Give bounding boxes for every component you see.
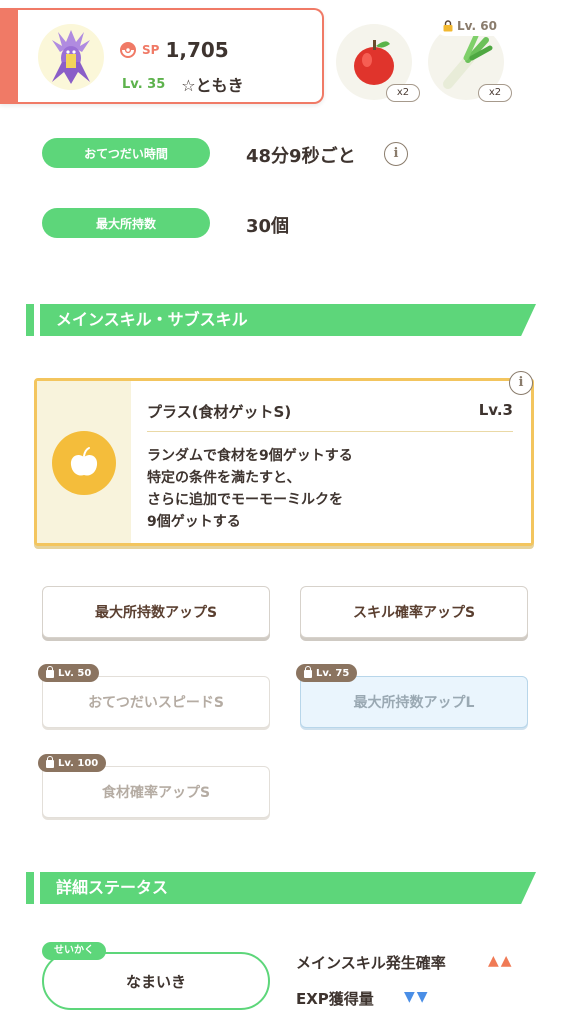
pokemon-header-card: SP 1,705 Lv. 35 ☆ともき: [0, 8, 324, 104]
ingredient-lock-badge: Lv. 60: [436, 16, 503, 36]
lock-icon: [46, 666, 54, 678]
ingredient-count-badge: x2: [478, 84, 512, 102]
nature-stat-label: メインスキル発生確率: [296, 954, 446, 972]
pokemon-level: Lv. 35: [122, 76, 166, 92]
pokeball-icon: [120, 42, 136, 58]
pokemon-nickname: ☆ともき: [181, 76, 244, 95]
details-section-header: 詳細ステータス: [26, 872, 538, 904]
lock-level-text: Lv. 75: [316, 667, 350, 679]
skills-section-header: メインスキル・サブスキル: [26, 304, 538, 336]
pokemon-avatar: [38, 24, 104, 90]
description-line: 特定の条件を満たすと、: [147, 470, 301, 486]
details-section-title: 詳細ステータス: [40, 872, 536, 904]
sp-row: SP 1,705: [120, 38, 229, 62]
nature-tag: せいかく: [42, 942, 106, 960]
header-accent-stripe: [0, 10, 18, 102]
main-skill-info-icon[interactable]: i: [509, 371, 533, 395]
sp-label: SP: [142, 43, 160, 57]
sub-skill-button[interactable]: スキル確率アップS: [300, 586, 528, 638]
apple-icon: [70, 447, 98, 476]
main-skill-icon: [52, 431, 116, 495]
lock-level-text: Lv. 100: [58, 757, 99, 769]
sub-skill-button-locked[interactable]: おてつだいスピードS: [42, 676, 270, 728]
sub-skill-button[interactable]: 最大所持数アップS: [42, 586, 270, 638]
lock-level-text: Lv. 50: [58, 667, 92, 679]
sub-skill-button-locked[interactable]: 食材確率アップS: [42, 766, 270, 818]
ingredient-lock-level: Lv. 60: [457, 19, 497, 33]
ingredient-count-badge: x2: [386, 84, 420, 102]
help-time-label: おてつだい時間: [42, 138, 210, 168]
max-carry-value: 30個: [246, 216, 290, 237]
sub-skill-lock-badge: Lv. 100: [38, 754, 107, 772]
decrease-arrows-icon: ▼▼: [404, 989, 430, 1005]
ingredient-slot-1[interactable]: x2: [336, 24, 420, 102]
main-skill-title: プラス(食材ゲットS): [147, 403, 292, 421]
sub-skill-lock-badge: Lv. 50: [38, 664, 100, 682]
increase-arrows-icon: ▲▲: [488, 953, 514, 969]
divider: [147, 431, 513, 432]
description-line: さらに追加でモーモーミルクを: [147, 492, 343, 508]
sub-skill-button-locked[interactable]: 最大所持数アップL: [300, 676, 528, 728]
max-carry-label: 最大所持数: [42, 208, 210, 238]
skills-section-title: メインスキル・サブスキル: [40, 304, 536, 336]
help-time-value: 48分9秒ごと: [246, 146, 356, 167]
main-skill-card[interactable]: プラス(食材ゲットS) Lv.3 ランダムで食材を9個ゲットする 特定の条件を満…: [34, 371, 534, 546]
pokemon-sprite-icon: [52, 30, 90, 84]
main-skill-description: ランダムで食材を9個ゲットする 特定の条件を満たすと、 さらに追加でモーモーミル…: [147, 445, 353, 533]
lock-icon: [304, 666, 312, 678]
main-skill-level: Lv.3: [478, 401, 513, 419]
description-line: 9個ゲットする: [147, 514, 241, 530]
sub-skill-lock-badge: Lv. 75: [296, 664, 358, 682]
level-row: Lv. 35 ☆ともき: [122, 72, 244, 96]
help-time-info-icon[interactable]: i: [384, 142, 408, 166]
nature-stat-label: EXP獲得量: [296, 990, 374, 1008]
nature-value-box[interactable]: なまいき: [42, 952, 270, 1010]
lock-icon: [46, 756, 54, 768]
sp-value: 1,705: [165, 38, 229, 62]
lock-icon: [443, 20, 453, 32]
description-line: ランダムで食材を9個ゲットする: [147, 448, 353, 464]
